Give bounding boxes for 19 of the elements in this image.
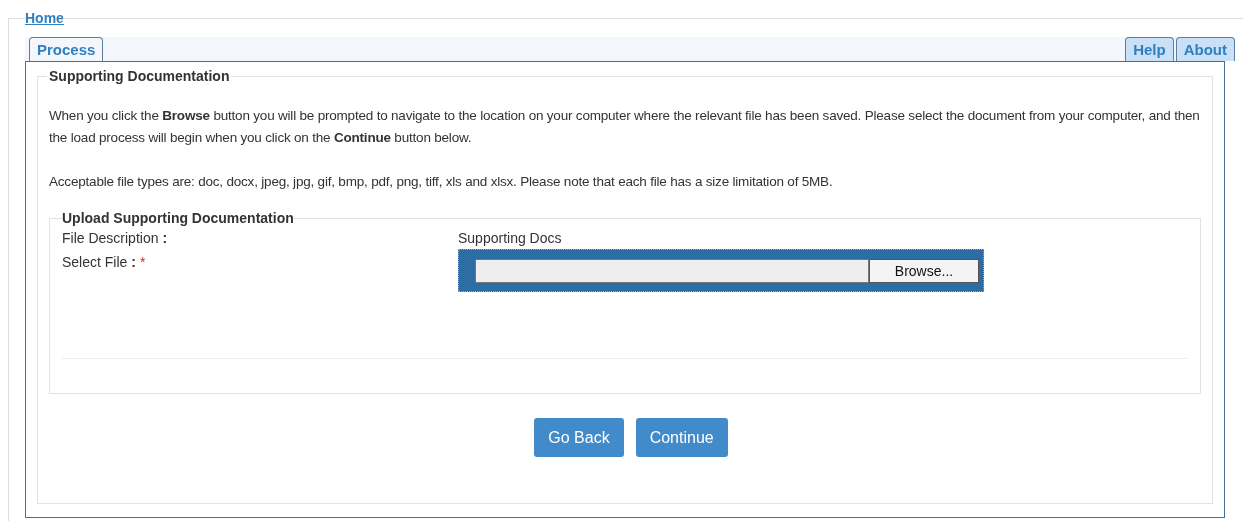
file-input-field[interactable] xyxy=(475,258,869,283)
tab[interactable]: Process xyxy=(29,37,104,61)
home-link[interactable]: Home xyxy=(25,10,64,26)
colon: : xyxy=(131,253,137,271)
field-label: Select File xyxy=(62,253,128,271)
browse-button[interactable]: Browse... xyxy=(869,258,979,283)
field-value: Supporting Docs xyxy=(458,229,562,247)
tab[interactable]: About xyxy=(1175,37,1235,61)
tab[interactable]: Help xyxy=(1125,37,1174,61)
file-picker[interactable]: Browse... xyxy=(458,249,984,292)
section-title: Supporting Documentation xyxy=(48,67,231,86)
upload-title: Upload Supporting Documentation xyxy=(62,209,294,228)
field-label: File Description xyxy=(62,229,159,247)
action-button[interactable]: Go Back xyxy=(534,418,624,457)
instruction-text: Acceptable file types are: doc, docx, jpeg, jpg, gif, bmp, pdf, png, tiff, xls and xlsx. Please note that each file has a size limitation of 5MB. xyxy=(49,173,834,191)
instruction-text: When you click the Browse button you will be prompted to navigate to the location on your computer where the relevant file has been saved. Please select the document from your computer, and then the load process will begin when you click on the Continue button below. xyxy=(49,107,1201,147)
required-mark: * xyxy=(140,253,146,271)
action-button[interactable]: Continue xyxy=(635,418,728,457)
colon: : xyxy=(162,229,168,247)
